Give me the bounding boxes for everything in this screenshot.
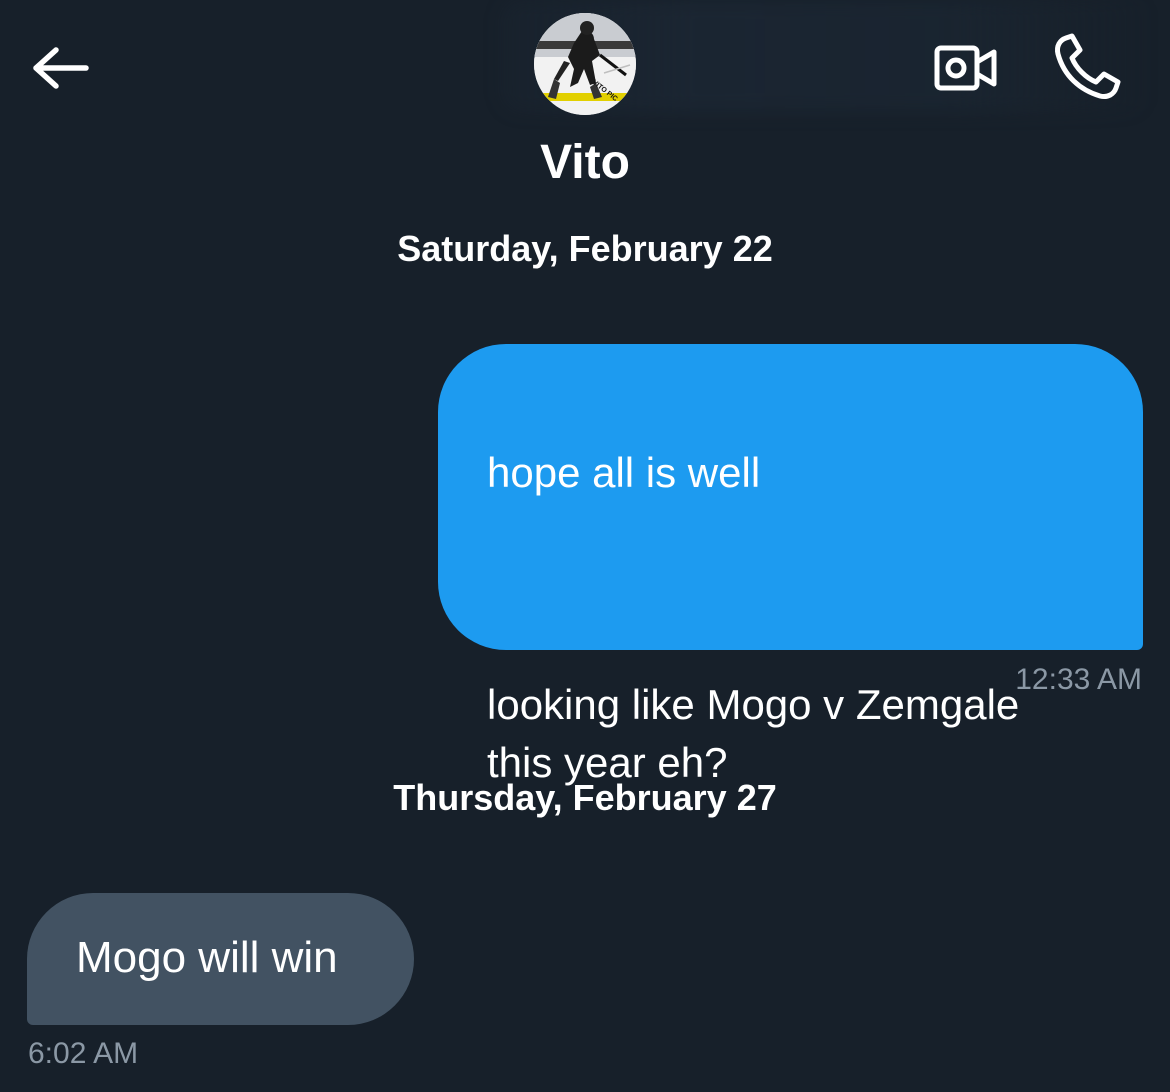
contact-avatar[interactable]: VITO PIC [534,13,636,115]
message-timestamp: 12:33 AM [1015,663,1142,696]
message-paragraph: hope all is well [487,449,761,496]
received-message-bubble[interactable]: Mogo will win [27,893,414,1025]
date-separator: Thursday, February 27 [393,777,777,818]
dm-conversation-screen: VITO PIC Vito Saturday, February 22 hope… [0,0,1170,1092]
arrow-left-icon [33,47,89,89]
voice-call-button[interactable] [1048,28,1126,106]
message-text: Mogo will win [76,933,338,982]
date-separator: Saturday, February 22 [397,228,773,269]
message-timestamp: 6:02 AM [28,1037,139,1070]
hockey-player-photo: VITO PIC [534,13,636,115]
phone-icon [1055,33,1121,99]
video-camera-icon [934,45,997,91]
sent-message-bubble[interactable]: hope all is well looking like Mogo v Zem… [438,344,1143,786]
contact-name[interactable]: Vito [435,132,735,194]
video-call-button[interactable] [930,36,1002,98]
back-button[interactable] [30,40,92,96]
